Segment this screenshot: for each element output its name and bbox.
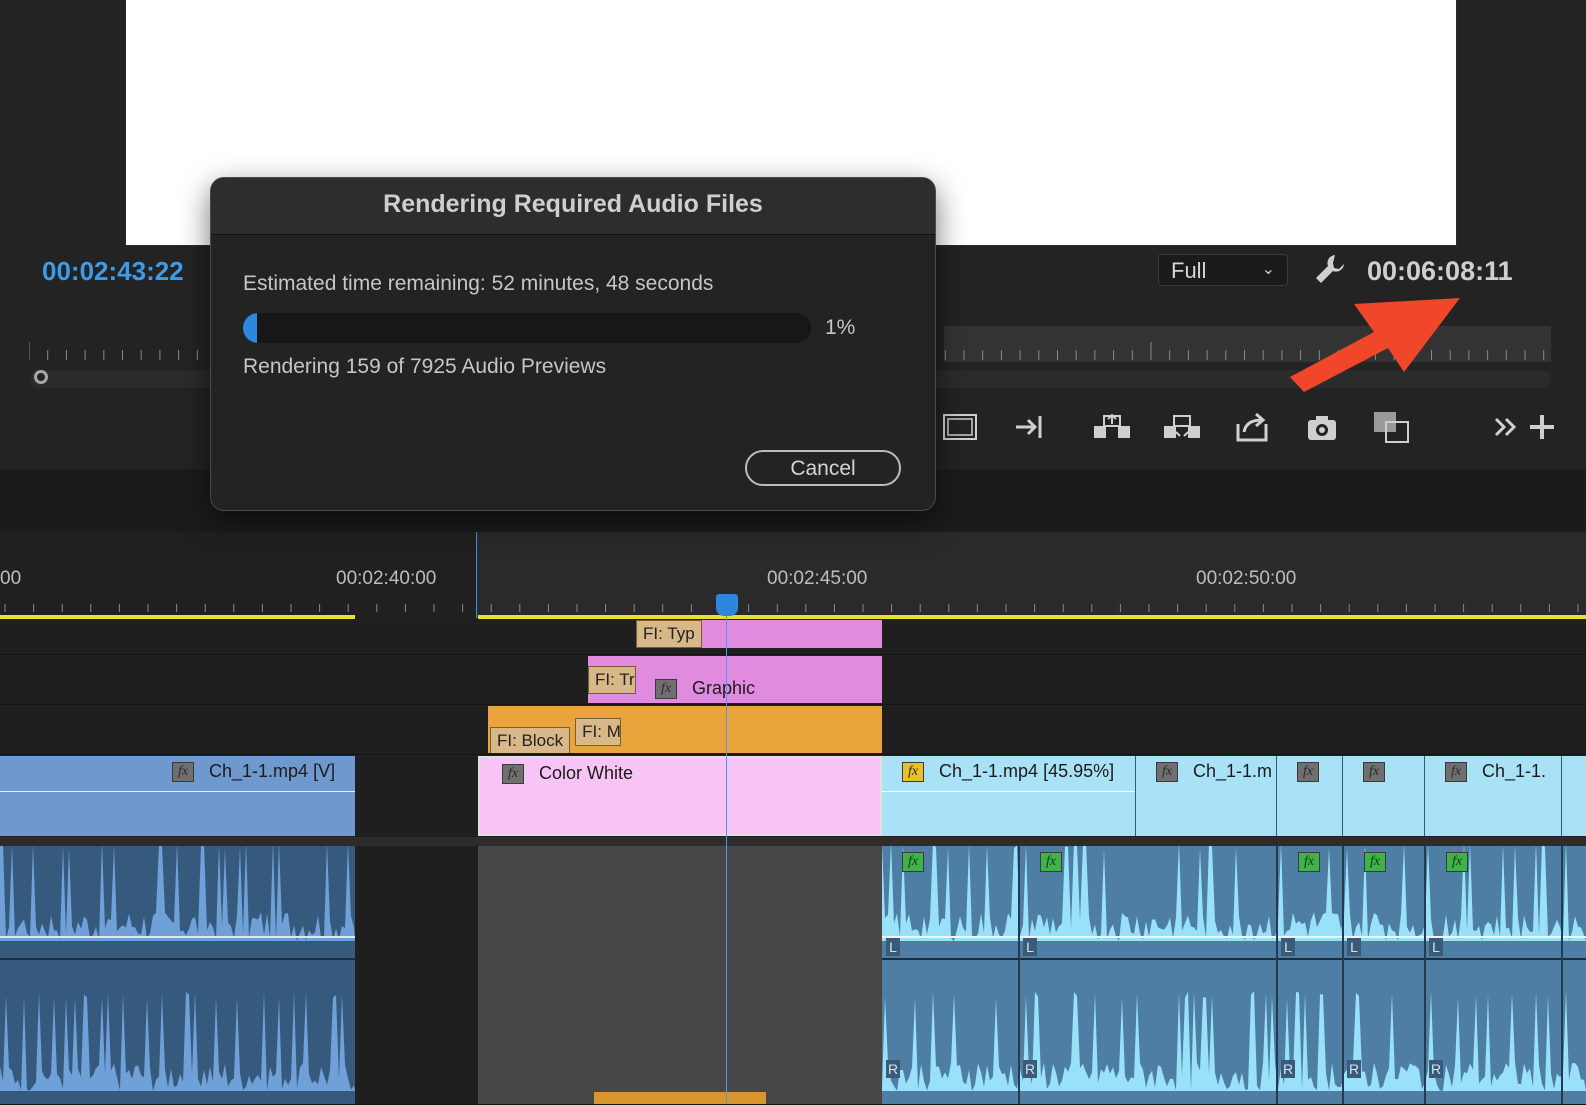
- channel-left-label: L: [886, 938, 900, 956]
- clip-name: Graphic: [692, 678, 756, 698]
- timeline-ruler-ticks: [4, 604, 1579, 612]
- playhead-line: [726, 610, 727, 1104]
- fx-icon: fx: [172, 762, 194, 783]
- work-area-bar[interactable]: [0, 615, 355, 619]
- fx-icon: fx: [1156, 762, 1178, 783]
- clip-label: FI: Typ: [636, 620, 702, 648]
- go-to-out-icon[interactable]: [1012, 410, 1052, 444]
- lift-icon[interactable]: [1092, 410, 1132, 444]
- ruler-label-0: 00: [0, 568, 22, 589]
- video-clip[interactable]: fx Ch_1-1.: [1425, 756, 1562, 836]
- zoom-level-select[interactable]: Full ⌄: [1158, 254, 1288, 286]
- time-remaining-text: Estimated time remaining: 52 minutes, 48…: [243, 272, 714, 295]
- camera-icon[interactable]: [1302, 410, 1342, 444]
- video-clip[interactable]: fx Ch_1-1.mp4 [45.95%]: [882, 756, 1136, 836]
- fx-icon: fx: [902, 762, 924, 783]
- video-clip[interactable]: fx: [1277, 756, 1343, 836]
- channel-left-label: L: [1281, 938, 1295, 956]
- zoom-level-value: Full: [1171, 258, 1207, 283]
- clip-name: Ch_1-1.mp4 [V]: [209, 761, 336, 781]
- video-clip[interactable]: [1562, 756, 1586, 836]
- playhead-handle[interactable]: [716, 594, 738, 616]
- channel-right-label: R: [1281, 1060, 1295, 1078]
- channel-right-label: R: [886, 1060, 900, 1078]
- channel-left-label: L: [1347, 938, 1361, 956]
- fx-icon: fx: [1040, 852, 1062, 872]
- track-divider: [0, 837, 1586, 846]
- video-clip[interactable]: fx Ch_1-1.m: [1136, 756, 1277, 836]
- progress-bar: [243, 313, 811, 343]
- fx-icon: fx: [902, 852, 924, 872]
- fx-icon: fx: [1446, 852, 1468, 872]
- in-point-marker: [476, 532, 477, 618]
- color-matte-clip[interactable]: fx Color White: [478, 756, 882, 836]
- progress-bar-fill: [243, 313, 257, 343]
- wrench-icon[interactable]: [1313, 252, 1347, 286]
- extract-icon[interactable]: [1162, 410, 1202, 444]
- safe-margins-icon[interactable]: [940, 410, 980, 444]
- fx-icon: fx: [502, 764, 524, 785]
- work-area-bar[interactable]: [478, 615, 1586, 619]
- video-clip[interactable]: fx Ch_1-1.mp4 [V]: [0, 756, 355, 836]
- fx-icon: fx: [655, 679, 678, 700]
- duration-timecode: 00:06:08:11: [1367, 256, 1513, 286]
- fx-icon: fx: [1363, 762, 1385, 783]
- chevron-down-icon: ⌄: [1261, 261, 1275, 278]
- progress-percent: 1%: [825, 316, 856, 339]
- rendering-status-text: Rendering 159 of 7925 Audio Previews: [243, 355, 607, 378]
- clip-name: Ch_1-1.: [1482, 761, 1547, 781]
- audio-clip-peek[interactable]: [594, 1092, 766, 1104]
- dialog-title: Rendering Required Audio Files: [383, 190, 763, 218]
- fx-icon: fx: [1298, 852, 1320, 872]
- video-clip[interactable]: fx: [1343, 756, 1425, 836]
- monitor-scrubber-handle[interactable]: [34, 370, 48, 384]
- fx-icon: fx: [1297, 762, 1319, 783]
- clip-label: FI: Tr: [588, 666, 636, 694]
- title-clip[interactable]: FI: Typ: [636, 620, 882, 648]
- ruler-label-1: 00:02:40:00: [336, 568, 437, 589]
- channel-right-label: R: [1023, 1060, 1037, 1078]
- channel-left-label: L: [1429, 938, 1443, 956]
- more-icon[interactable]: [1488, 410, 1528, 444]
- ruler-label-3: 00:02:50:00: [1196, 568, 1297, 589]
- clip-name: Ch_1-1.mp4 [45.95%]: [939, 761, 1115, 781]
- clip-label: FI: M: [575, 718, 622, 746]
- fx-icon: fx: [1445, 762, 1467, 783]
- comparison-view-icon[interactable]: [1372, 410, 1412, 444]
- cancel-button[interactable]: Cancel: [745, 450, 901, 486]
- clip-name: Color White: [539, 763, 634, 783]
- clip-label: FI: Block: [490, 727, 571, 753]
- ruler-label-2: 00:02:45:00: [767, 568, 868, 589]
- clip-name: Ch_1-1.m: [1193, 761, 1273, 781]
- export-frame-icon[interactable]: [1232, 410, 1272, 444]
- add-button-icon[interactable]: [1528, 410, 1568, 444]
- playhead-timecode[interactable]: 00:02:43:22: [42, 256, 184, 287]
- channel-left-label: L: [1023, 938, 1037, 956]
- channel-right-label: R: [1429, 1060, 1443, 1078]
- render-progress-dialog: Rendering Required Audio Files Estimated…: [210, 177, 936, 511]
- red-arrow-annotation: [1290, 298, 1460, 392]
- channel-right-label: R: [1347, 1060, 1361, 1078]
- graphic-clip[interactable]: FI: Tr fx Graphic: [588, 656, 882, 703]
- fx-icon: fx: [1364, 852, 1386, 872]
- block-title-clip[interactable]: FI: Block FI: M: [488, 706, 882, 753]
